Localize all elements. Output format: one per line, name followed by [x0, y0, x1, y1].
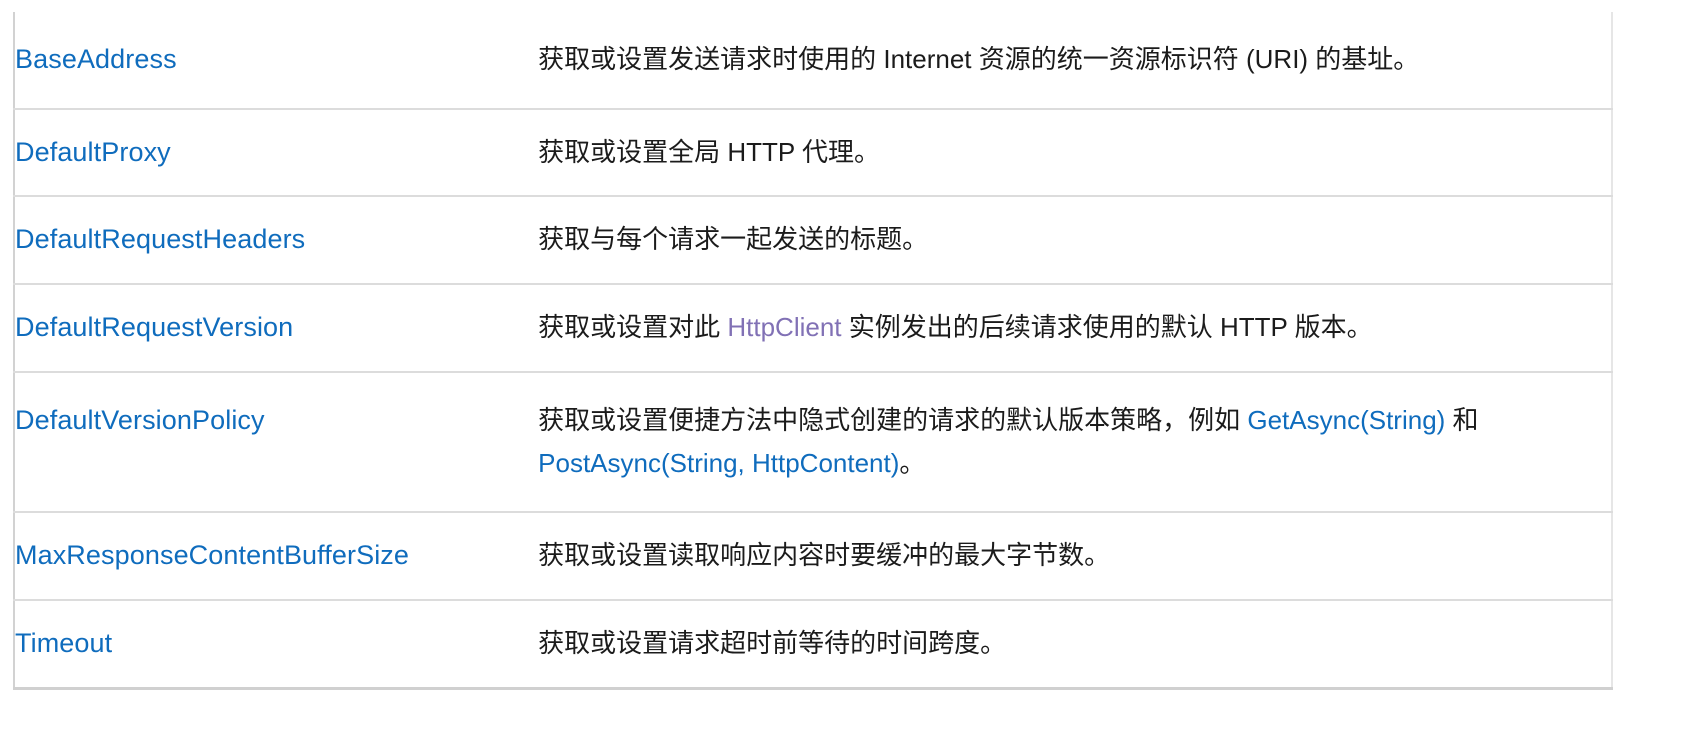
description-text: 。	[899, 448, 926, 479]
property-link[interactable]: MaxResponseContentBufferSize	[15, 540, 409, 570]
property-description: 获取或设置请求超时前等待的时间跨度。	[538, 628, 1006, 658]
property-name-cell: DefaultRequestVersion	[14, 284, 538, 372]
property-description-cell: 获取或设置便捷方法中隐式创建的请求的默认版本策略，例如 GetAsync(Str…	[538, 372, 1612, 512]
description-inline-link[interactable]: PostAsync(String, HttpContent)	[538, 448, 899, 478]
httpclient-properties-table: BaseAddress 获取或设置发送请求时使用的 Internet 资源的统一资…	[13, 12, 1613, 690]
property-description: 获取或设置便捷方法中隐式创建的请求的默认版本策略，例如 GetAsync(Str…	[538, 405, 1478, 478]
property-name-cell: MaxResponseContentBufferSize	[14, 512, 538, 600]
table-row: Timeout 获取或设置请求超时前等待的时间跨度。	[14, 600, 1612, 689]
table-row: DefaultVersionPolicy 获取或设置便捷方法中隐式创建的请求的默认…	[14, 372, 1612, 513]
property-name-cell: Timeout	[14, 600, 538, 688]
property-name-cell: BaseAddress	[14, 12, 538, 109]
property-description-cell: 获取或设置全局 HTTP 代理。	[538, 109, 1612, 197]
description-text: 获取或设置全局 HTTP 代理。	[538, 136, 881, 167]
api-table-container: BaseAddress 获取或设置发送请求时使用的 Internet 资源的统一资…	[13, 12, 1613, 690]
description-text: 获取与每个请求一起发送的标题。	[538, 224, 929, 255]
property-name-cell: DefaultProxy	[14, 109, 538, 197]
properties-page: BaseAddress 获取或设置发送请求时使用的 Internet 资源的统一资…	[0, 0, 1682, 737]
table-row: BaseAddress 获取或设置发送请求时使用的 Internet 资源的统一资…	[14, 12, 1612, 109]
property-name-cell: DefaultVersionPolicy	[14, 372, 538, 512]
property-name-cell: DefaultRequestHeaders	[14, 196, 538, 284]
description-text: 获取或设置便捷方法中隐式创建的请求的默认版本策略，例如	[538, 404, 1248, 435]
property-description: 获取或设置全局 HTTP 代理。	[538, 137, 880, 167]
property-description: 获取或设置对此 HttpClient 实例发出的后续请求使用的默认 HTTP 版…	[538, 312, 1372, 342]
property-link[interactable]: DefaultRequestHeaders	[15, 224, 305, 254]
table-row: DefaultRequestVersion 获取或设置对此 HttpClient …	[14, 284, 1612, 372]
table-row: DefaultRequestHeaders 获取与每个请求一起发送的标题。	[14, 196, 1612, 285]
property-description: 获取与每个请求一起发送的标题。	[538, 224, 928, 254]
table-body: BaseAddress 获取或设置发送请求时使用的 Internet 资源的统一资…	[14, 12, 1612, 689]
property-description-cell: 获取或设置发送请求时使用的 Internet 资源的统一资源标识符 (URI) …	[538, 12, 1612, 109]
description-text: 实例发出的后续请求使用的默认 HTTP 版本。	[841, 312, 1373, 343]
property-link[interactable]: DefaultRequestVersion	[15, 312, 293, 342]
property-description-cell: 获取或设置请求超时前等待的时间跨度。	[538, 600, 1612, 688]
property-link[interactable]: BaseAddress	[15, 44, 177, 74]
property-description-cell: 获取或设置对此 HttpClient 实例发出的后续请求使用的默认 HTTP 版…	[538, 284, 1612, 372]
property-link[interactable]: DefaultProxy	[15, 137, 171, 167]
property-description-cell: 获取与每个请求一起发送的标题。	[538, 196, 1612, 284]
description-inline-link[interactable]: HttpClient	[727, 312, 841, 342]
description-text: 获取或设置对此	[538, 312, 728, 343]
property-link[interactable]: Timeout	[15, 628, 112, 658]
property-link[interactable]: DefaultVersionPolicy	[15, 405, 265, 435]
property-description-cell: 获取或设置读取响应内容时要缓冲的最大字节数。	[538, 512, 1612, 600]
description-text: 获取或设置读取响应内容时要缓冲的最大字节数。	[538, 540, 1111, 571]
description-inline-link[interactable]: GetAsync(String)	[1247, 405, 1445, 435]
table-row: MaxResponseContentBufferSize 获取或设置读取响应内容时…	[14, 512, 1612, 600]
description-text: 获取或设置发送请求时使用的 Internet 资源的统一资源标识符 (URI) …	[538, 44, 1420, 74]
table-row: DefaultProxy 获取或设置全局 HTTP 代理。	[14, 109, 1612, 197]
description-text: 和	[1445, 404, 1479, 435]
property-description: 获取或设置读取响应内容时要缓冲的最大字节数。	[538, 540, 1110, 570]
description-text: 获取或设置请求超时前等待的时间跨度。	[538, 627, 1007, 658]
property-description: 获取或设置发送请求时使用的 Internet 资源的统一资源标识符 (URI) …	[538, 44, 1419, 74]
